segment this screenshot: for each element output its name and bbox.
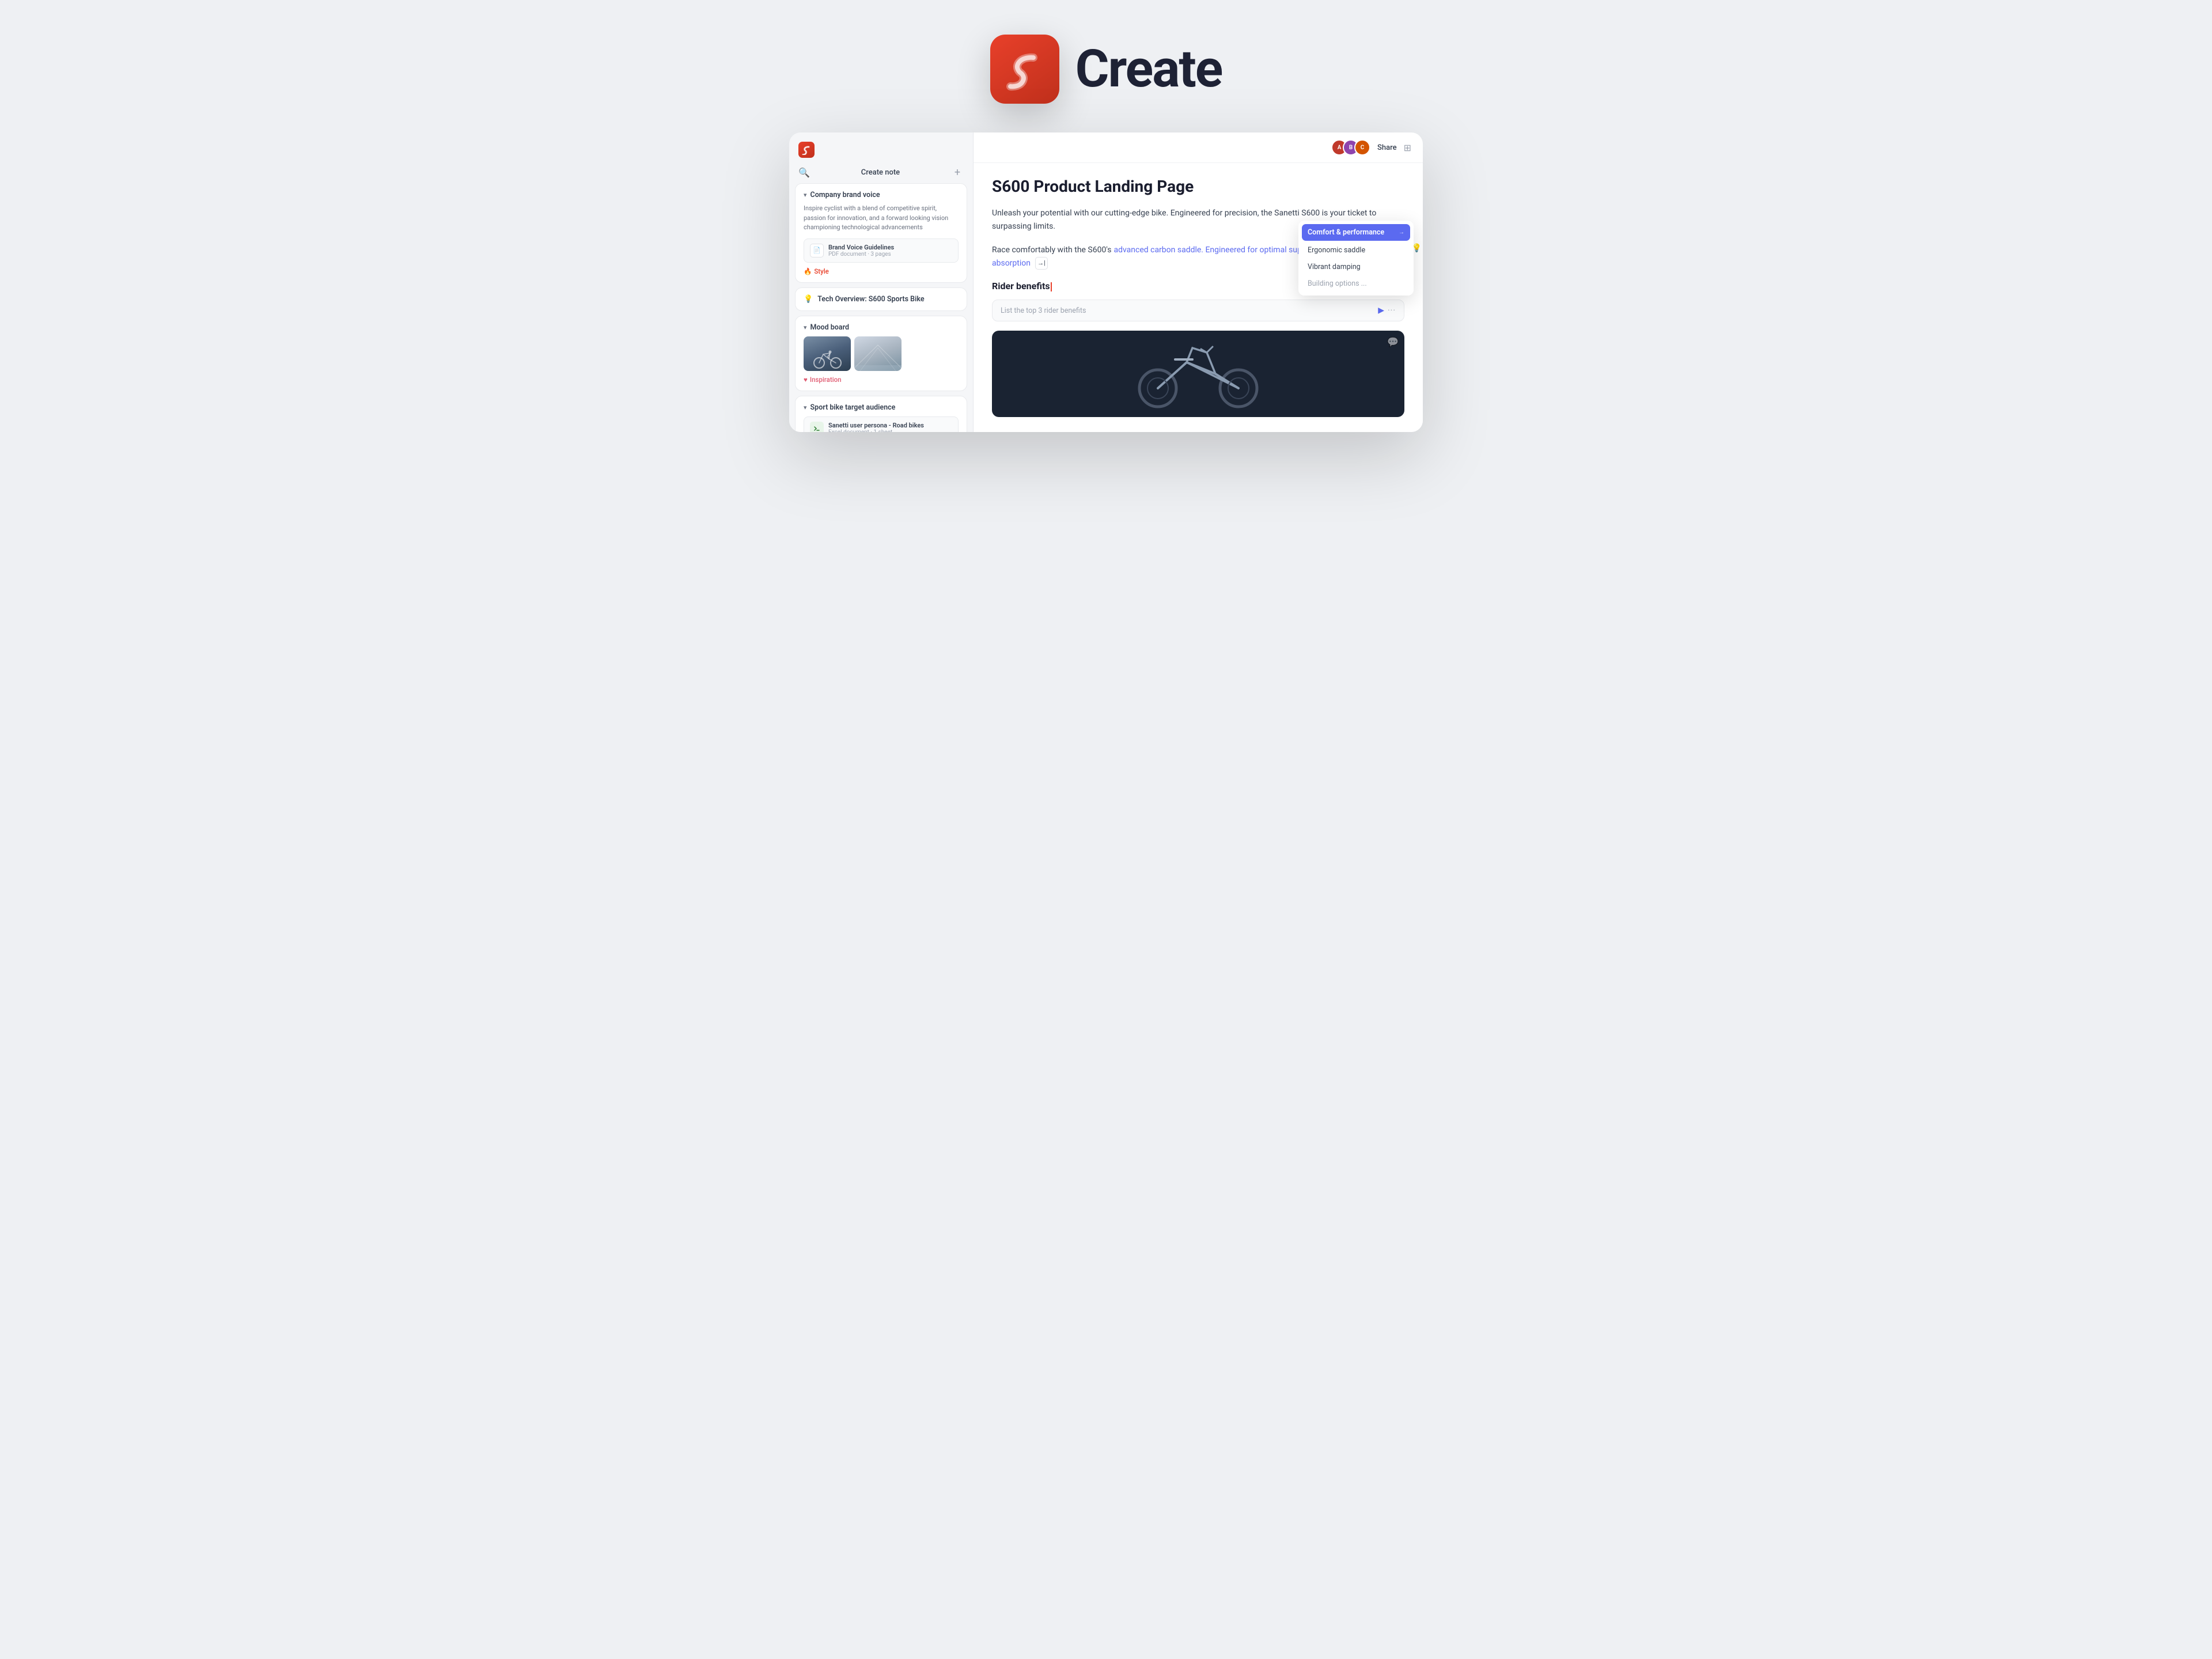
hero-content: Create bbox=[990, 35, 1222, 104]
sidebar-logo bbox=[798, 142, 815, 158]
share-button[interactable]: Share bbox=[1377, 143, 1397, 152]
tech-overview-card[interactable]: 💡 Tech Overview: S600 Sports Bike bbox=[795, 287, 967, 311]
mood-images bbox=[804, 336, 959, 371]
more-options-button[interactable]: ··· bbox=[1388, 306, 1396, 315]
main-ui: 🔍 Create note + ▾ Company brand voice In… bbox=[789, 132, 1423, 432]
sidebar: 🔍 Create note + ▾ Company brand voice In… bbox=[789, 132, 974, 432]
avatars-row: A B C bbox=[1331, 139, 1370, 156]
sidebar-content: ▾ Company brand voice Inspire cyclist wi… bbox=[789, 183, 973, 432]
ai-prefix: Race comfortably with the S600's bbox=[992, 245, 1111, 255]
comment-icon[interactable]: 💬 bbox=[1387, 336, 1399, 347]
dropdown-chevron: → bbox=[1399, 229, 1404, 236]
app-title: Create bbox=[1075, 43, 1222, 95]
attachment-meta: PDF document · 3 pages bbox=[828, 251, 894, 257]
sport-card-title: Sport bike target audience bbox=[810, 403, 896, 412]
cursor bbox=[1051, 282, 1052, 291]
attachment-name: Sanetti user persona - Road bikes bbox=[828, 422, 924, 429]
attachment-row[interactable]: 📄 Brand Voice Guidelines PDF document · … bbox=[804, 238, 959, 263]
style-label: Style bbox=[814, 267, 829, 275]
dropdown-item-label: Vibrant damping bbox=[1308, 263, 1361, 271]
ai-prompt-text: List the top 3 rider benefits bbox=[1001, 306, 1086, 315]
mood-image-2 bbox=[854, 336, 902, 371]
ai-prompt-bar[interactable]: List the top 3 rider benefits ▶ ··· bbox=[992, 300, 1404, 321]
dropdown-item-label: Ergonomic saddle bbox=[1308, 246, 1365, 255]
attachment-info: Sanetti user persona - Road bikes Excel … bbox=[828, 422, 924, 433]
dropdown-item-vibrant[interactable]: Vibrant damping bbox=[1302, 259, 1410, 275]
company-brand-voice-card[interactable]: ▾ Company brand voice Inspire cyclist wi… bbox=[795, 183, 967, 283]
sport-attachment[interactable]: Sanetti user persona - Road bikes Excel … bbox=[804, 416, 959, 433]
attachment-info: Brand Voice Guidelines PDF document · 3 … bbox=[828, 244, 894, 257]
bike-svg bbox=[812, 349, 843, 369]
rider-benefits-label: Rider benefits bbox=[992, 281, 1050, 291]
card-body-text: Inspire cyclist with a blend of competit… bbox=[804, 204, 959, 233]
ai-prompt-actions: ▶ ··· bbox=[1378, 306, 1396, 315]
flame-icon: 🔥 bbox=[804, 267, 812, 275]
card-title-row: ▾ Sport bike target audience bbox=[804, 403, 959, 412]
chevron-icon: ▾ bbox=[804, 404, 807, 411]
dropdown-selected-label: Comfort & performance bbox=[1308, 228, 1384, 237]
card-title-row: ▾ Mood board bbox=[804, 323, 959, 332]
mood-board-title: Mood board bbox=[810, 323, 849, 332]
app-icon bbox=[990, 35, 1059, 104]
add-button[interactable]: + bbox=[951, 166, 964, 179]
ai-dropdown[interactable]: Comfort & performance → Ergonomic saddle… bbox=[1298, 221, 1414, 296]
heart-icon: ♥ bbox=[804, 376, 808, 384]
avatar-3: C bbox=[1354, 139, 1370, 156]
ai-arrow-icon[interactable]: →| bbox=[1035, 257, 1048, 270]
style-tag: 🔥 Style bbox=[804, 267, 959, 275]
editor-body: S600 Product Landing Page Unleash your p… bbox=[974, 163, 1423, 432]
dropdown-item-ergonomic[interactable]: Ergonomic saddle bbox=[1302, 242, 1410, 259]
inspiration-label: Inspiration bbox=[810, 376, 842, 384]
card-title: Company brand voice bbox=[810, 191, 880, 199]
sport-target-card[interactable]: ▾ Sport bike target audience Sanetti use… bbox=[795, 396, 967, 433]
hero-section: Create bbox=[990, 0, 1222, 132]
lightbulb-icon: 💡 bbox=[804, 295, 813, 304]
sidebar-top bbox=[789, 132, 973, 164]
chevron-icon: ▾ bbox=[804, 324, 807, 331]
pdf-icon: 📄 bbox=[810, 244, 824, 257]
card-title-row: ▾ Company brand voice bbox=[804, 191, 959, 199]
editor-topbar: A B C Share ⊞ bbox=[974, 132, 1423, 163]
chevron-icon: ▾ bbox=[804, 191, 807, 199]
dropdown-item-label: Building options ... bbox=[1308, 279, 1367, 288]
attachment-meta: Excel document · 1 sheet bbox=[828, 429, 924, 433]
mood-image-1 bbox=[804, 336, 851, 371]
dropdown-selected-item[interactable]: Comfort & performance → bbox=[1302, 224, 1410, 241]
excel-icon bbox=[810, 422, 824, 433]
sidebar-search-row: 🔍 Create note + bbox=[789, 164, 973, 183]
tech-overview-title: Tech Overview: S600 Sports Bike bbox=[817, 295, 924, 304]
bike-product-image bbox=[1112, 336, 1285, 411]
editor: A B C Share ⊞ S600 Product Landing Page … bbox=[974, 132, 1423, 432]
inspiration-tag: ♥ Inspiration bbox=[804, 376, 959, 384]
attachment-name: Brand Voice Guidelines bbox=[828, 244, 894, 251]
play-button[interactable]: ▶ bbox=[1378, 306, 1384, 315]
bike-image-block: 💬 bbox=[992, 331, 1404, 417]
search-icon[interactable]: 🔍 bbox=[798, 167, 810, 178]
layout-icon[interactable]: ⊞ bbox=[1404, 142, 1411, 153]
create-note-button[interactable]: Create note bbox=[817, 168, 944, 177]
dropdown-item-building[interactable]: Building options ... bbox=[1302, 275, 1410, 292]
mood-board-card[interactable]: ▾ Mood board bbox=[795, 316, 967, 391]
doc-title: S600 Product Landing Page bbox=[992, 177, 1404, 196]
